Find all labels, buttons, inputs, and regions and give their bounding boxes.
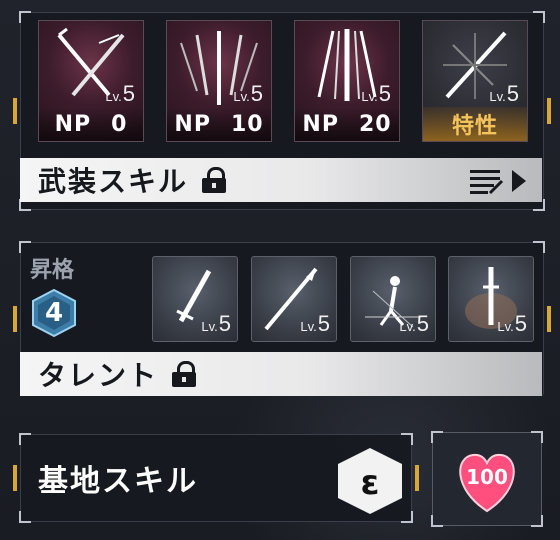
e-hexagon-icon[interactable]: ε <box>332 442 408 520</box>
lock-icon <box>200 167 228 193</box>
talent-bar[interactable]: タレント <box>20 352 542 396</box>
np-card-20[interactable]: Lv.5 NP 20 <box>294 20 400 142</box>
talent-skill-2[interactable]: Lv.5 <box>251 256 337 342</box>
ascension-rank-badge: 4 <box>30 288 78 338</box>
talent-skill-4[interactable]: Lv.5 <box>448 256 534 342</box>
trait-label: 特性 <box>423 107 527 141</box>
talent-skill-1[interactable]: Lv.5 <box>152 256 238 342</box>
lock-icon <box>170 361 198 387</box>
corner-bracket <box>19 11 31 23</box>
np-cost-label: NP 0 <box>39 107 143 141</box>
np-level: Lv.5 <box>105 81 135 106</box>
np-level: Lv.5 <box>361 81 391 106</box>
corner-bracket <box>19 511 31 523</box>
corner-bracket <box>533 241 545 253</box>
skill-level: Lv.5 <box>497 311 527 336</box>
np-cost-label: NP 10 <box>167 107 271 141</box>
affection-box[interactable]: 100 <box>431 431 543 527</box>
ascension-label: 昇格 <box>30 258 75 283</box>
skill-level: Lv.5 <box>201 311 231 336</box>
svg-text:ε: ε <box>361 463 380 503</box>
np-cost-label: NP 20 <box>295 107 399 141</box>
weapon-skill-title: 武装スキル <box>38 165 189 198</box>
corner-bracket <box>19 433 31 445</box>
ascension-rank-value: 4 <box>44 298 64 328</box>
affection-value: 100 <box>466 465 508 489</box>
talent-title: タレント <box>38 359 159 392</box>
skill-level: Lv.5 <box>399 311 429 336</box>
base-skill-title: 基地スキル <box>38 464 198 499</box>
np-card-0[interactable]: Lv.5 NP 0 <box>38 20 144 142</box>
weapon-skill-bar[interactable]: 武装スキル <box>20 158 542 202</box>
trait-level: Lv.5 <box>489 81 519 106</box>
talent-skill-3[interactable]: Lv.5 <box>350 256 436 342</box>
trait-card[interactable]: Lv.5 特性 <box>422 20 528 142</box>
np-card-10[interactable]: Lv.5 NP 10 <box>166 20 272 142</box>
corner-bracket <box>533 11 545 23</box>
skill-level: Lv.5 <box>300 311 330 336</box>
skill-list-arrow-icon[interactable] <box>470 167 528 195</box>
np-level: Lv.5 <box>233 81 263 106</box>
